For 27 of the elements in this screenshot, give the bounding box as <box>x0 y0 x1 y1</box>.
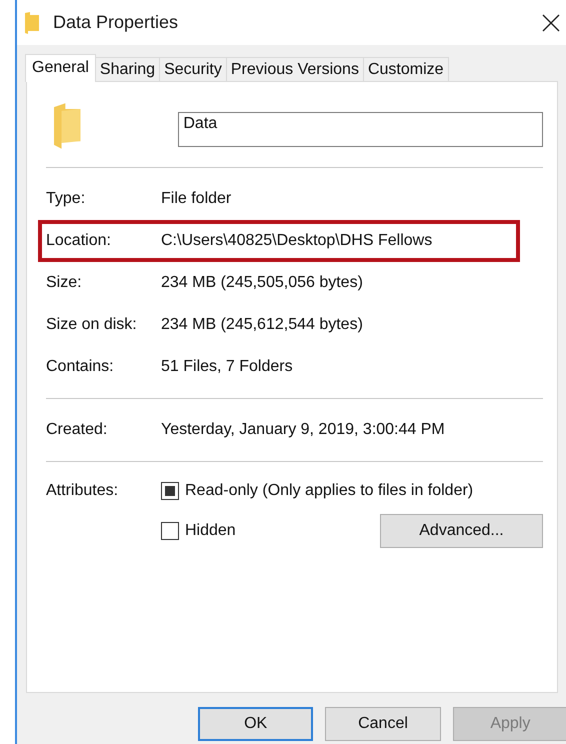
checkbox-label: Hidden <box>185 522 236 540</box>
property-value: 51 Files, 7 Folders <box>161 358 294 376</box>
checkbox-label: Read-only (Only applies to files in folder) <box>185 482 474 500</box>
dialog-button[interactable]: Cancel <box>325 707 441 741</box>
property-value: 234 MB (245,612,544 bytes) <box>161 316 364 334</box>
property-value: File folder <box>161 190 232 208</box>
tab[interactable]: General <box>25 54 96 82</box>
checkbox[interactable] <box>161 482 179 500</box>
dialog-button[interactable]: OK <box>198 707 314 741</box>
checkbox[interactable] <box>161 522 179 540</box>
property-value: 234 MB (245,505,056 bytes) <box>161 274 364 292</box>
window-title: Data Properties <box>53 12 180 33</box>
property-value: Yesterday, January 9, 2019, 3:00:44 PM <box>161 421 446 439</box>
property-label: Size: <box>46 274 83 292</box>
folder-icon <box>54 102 82 150</box>
folder-icon <box>25 12 39 34</box>
property-label: Type: <box>46 190 86 208</box>
close-icon[interactable] <box>542 14 560 32</box>
tab[interactable]: Customize <box>362 57 449 82</box>
property-label: Contains: <box>46 358 115 376</box>
name-field[interactable]: Data <box>178 112 543 147</box>
property-value: C:\Users\40825\Desktop\DHS Fellows <box>161 232 434 250</box>
property-label: Created: <box>46 421 108 439</box>
advanced-button[interactable]: Advanced... <box>380 514 543 548</box>
attributes-label: Attributes: <box>46 482 120 500</box>
property-label: Location: <box>46 232 112 250</box>
property-label: Size on disk: <box>46 316 138 334</box>
